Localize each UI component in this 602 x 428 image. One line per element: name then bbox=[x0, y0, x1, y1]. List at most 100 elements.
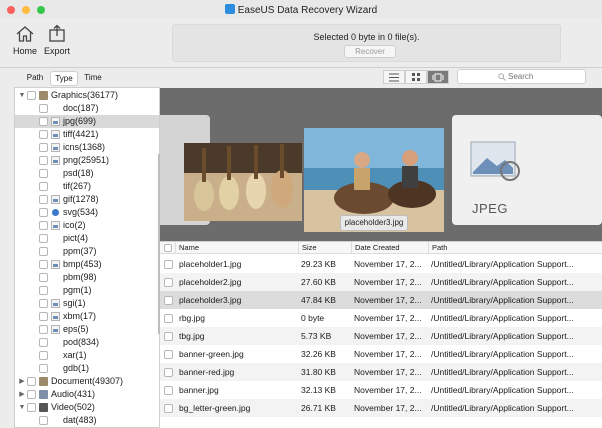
tree-item-eps[interactable]: eps(5) bbox=[15, 323, 159, 336]
tree-item-ppm[interactable]: ppm(37) bbox=[15, 245, 159, 258]
tree-item-document[interactable]: ▶ Document(49307) bbox=[15, 375, 159, 388]
grid-view-icon bbox=[411, 73, 420, 81]
tree-checkbox[interactable] bbox=[27, 390, 36, 399]
tree-item-pbm[interactable]: pbm(98) bbox=[15, 271, 159, 284]
home-button[interactable]: Home bbox=[10, 24, 40, 56]
tree-item-icns[interactable]: icns(1368) bbox=[15, 141, 159, 154]
grid-view-button[interactable] bbox=[405, 70, 427, 84]
row-checkbox[interactable] bbox=[164, 350, 173, 359]
tree-checkbox[interactable] bbox=[39, 169, 48, 178]
tree-item-jpg[interactable]: jpg(699) bbox=[15, 115, 159, 128]
tree-item-gif[interactable]: gif(1278) bbox=[15, 193, 159, 206]
tree-item-doc[interactable]: doc(187) bbox=[15, 102, 159, 115]
search-input[interactable] bbox=[508, 71, 583, 82]
tree-checkbox[interactable] bbox=[39, 312, 48, 321]
tree-checkbox[interactable] bbox=[39, 143, 48, 152]
guitars-preview-image[interactable] bbox=[184, 143, 302, 221]
tree-item-audio[interactable]: ▶ Audio(431) bbox=[15, 388, 159, 401]
tree-checkbox[interactable] bbox=[39, 325, 48, 334]
tree-item-xbm[interactable]: xbm(17) bbox=[15, 310, 159, 323]
tree-item-graphics[interactable]: ▼ Graphics(36177) bbox=[15, 89, 159, 102]
tree-checkbox[interactable] bbox=[39, 286, 48, 295]
tree-checkbox[interactable] bbox=[39, 299, 48, 308]
row-checkbox[interactable] bbox=[164, 368, 173, 377]
table-row[interactable]: placeholder1.jpg 29.23 KB November 17, 2… bbox=[160, 255, 602, 273]
tree-item-dat[interactable]: dat(483) bbox=[15, 414, 159, 427]
tree-checkbox[interactable] bbox=[39, 117, 48, 126]
export-button[interactable]: Export bbox=[42, 24, 72, 56]
row-checkbox[interactable] bbox=[164, 332, 173, 341]
preview-filename-label: placeholder3.jpg bbox=[340, 215, 408, 231]
tree-checkbox[interactable] bbox=[27, 403, 36, 412]
tree-item-video[interactable]: ▼ Video(502) bbox=[15, 401, 159, 414]
tree-checkbox[interactable] bbox=[39, 208, 48, 217]
table-row[interactable]: banner-red.jpg 31.80 KB November 17, 2..… bbox=[160, 363, 602, 381]
tab-type[interactable]: Type bbox=[50, 71, 78, 86]
tree-item-pgm[interactable]: pgm(1) bbox=[15, 284, 159, 297]
column-header-size[interactable]: Size bbox=[298, 242, 351, 254]
tab-time[interactable]: Time bbox=[79, 71, 107, 86]
tree-item-pict[interactable]: pict(4) bbox=[15, 232, 159, 245]
table-row[interactable]: banner.jpg 32.13 KB November 17, 2... /U… bbox=[160, 381, 602, 399]
select-all-checkbox[interactable] bbox=[164, 244, 172, 252]
row-checkbox[interactable] bbox=[164, 386, 173, 395]
tree-checkbox[interactable] bbox=[39, 416, 48, 425]
chevron-down-icon[interactable]: ▼ bbox=[18, 89, 26, 102]
search-icon bbox=[498, 73, 506, 81]
tree-checkbox[interactable] bbox=[39, 247, 48, 256]
tree-item-bmp[interactable]: bmp(453) bbox=[15, 258, 159, 271]
tree-checkbox[interactable] bbox=[39, 130, 48, 139]
preview-view-button[interactable] bbox=[427, 70, 449, 84]
tree-checkbox[interactable] bbox=[39, 104, 48, 113]
list-view-button[interactable] bbox=[383, 70, 405, 84]
tree-checkbox[interactable] bbox=[39, 234, 48, 243]
tree-checkbox[interactable] bbox=[39, 195, 48, 204]
row-checkbox[interactable] bbox=[164, 404, 173, 413]
tab-path[interactable]: Path bbox=[21, 71, 49, 86]
table-row[interactable]: placeholder2.jpg 27.60 KB November 17, 2… bbox=[160, 273, 602, 291]
tree-item-psd[interactable]: psd(18) bbox=[15, 167, 159, 180]
window-title: EaseUS Data Recovery Wizard bbox=[0, 4, 602, 16]
file-type-tree: ▼ Graphics(36177) doc(187) jpg(699) tiff… bbox=[14, 87, 160, 428]
file-icon bbox=[51, 117, 60, 126]
tree-item-png[interactable]: png(25951) bbox=[15, 154, 159, 167]
tree-checkbox[interactable] bbox=[39, 156, 48, 165]
tree-item-ico[interactable]: ico(2) bbox=[15, 219, 159, 232]
table-row[interactable]: tbg.jpg 5.73 KB November 17, 2... /Untit… bbox=[160, 327, 602, 345]
tree-item-pod[interactable]: pod(834) bbox=[15, 336, 159, 349]
tree-checkbox[interactable] bbox=[39, 182, 48, 191]
tree-item-gdb[interactable]: gdb(1) bbox=[15, 362, 159, 375]
row-checkbox[interactable] bbox=[164, 314, 173, 323]
column-header-name[interactable]: Name bbox=[175, 242, 298, 254]
tree-item-tiff[interactable]: tiff(4421) bbox=[15, 128, 159, 141]
tree-checkbox[interactable] bbox=[39, 221, 48, 230]
table-row[interactable]: bg_letter-green.jpg 26.71 KB November 17… bbox=[160, 399, 602, 417]
table-row[interactable]: rbg.jpg 0 byte November 17, 2... /Untitl… bbox=[160, 309, 602, 327]
row-checkbox[interactable] bbox=[164, 278, 173, 287]
tree-checkbox[interactable] bbox=[27, 377, 36, 386]
tree-checkbox[interactable] bbox=[39, 351, 48, 360]
tree-checkbox[interactable] bbox=[39, 364, 48, 373]
table-row[interactable]: banner-green.jpg 32.26 KB November 17, 2… bbox=[160, 345, 602, 363]
column-header-path[interactable]: Path bbox=[428, 242, 602, 254]
tree-item-sgi[interactable]: sgi(1) bbox=[15, 297, 159, 310]
chevron-right-icon[interactable]: ▶ bbox=[18, 388, 26, 401]
chevron-down-icon[interactable]: ▼ bbox=[18, 401, 26, 414]
tree-checkbox[interactable] bbox=[39, 260, 48, 269]
row-checkbox[interactable] bbox=[164, 260, 173, 269]
tree-item-svg[interactable]: svg(534) bbox=[15, 206, 159, 219]
chevron-right-icon[interactable]: ▶ bbox=[18, 375, 26, 388]
tree-checkbox[interactable] bbox=[39, 338, 48, 347]
tree-item-xar[interactable]: xar(1) bbox=[15, 349, 159, 362]
file-icon bbox=[51, 221, 60, 230]
row-checkbox[interactable] bbox=[164, 296, 173, 305]
search-box[interactable] bbox=[457, 69, 586, 84]
column-header-date[interactable]: Date Created bbox=[351, 242, 428, 254]
tree-checkbox[interactable] bbox=[27, 91, 36, 100]
tree-checkbox[interactable] bbox=[39, 273, 48, 282]
jpeg-format-label: JPEG bbox=[472, 201, 508, 216]
recover-button[interactable]: Recover bbox=[344, 45, 396, 58]
table-row[interactable]: placeholder3.jpg 47.84 KB November 17, 2… bbox=[160, 291, 602, 309]
table-header: Name Size Date Created Path bbox=[160, 242, 602, 254]
tree-item-tif[interactable]: tif(267) bbox=[15, 180, 159, 193]
